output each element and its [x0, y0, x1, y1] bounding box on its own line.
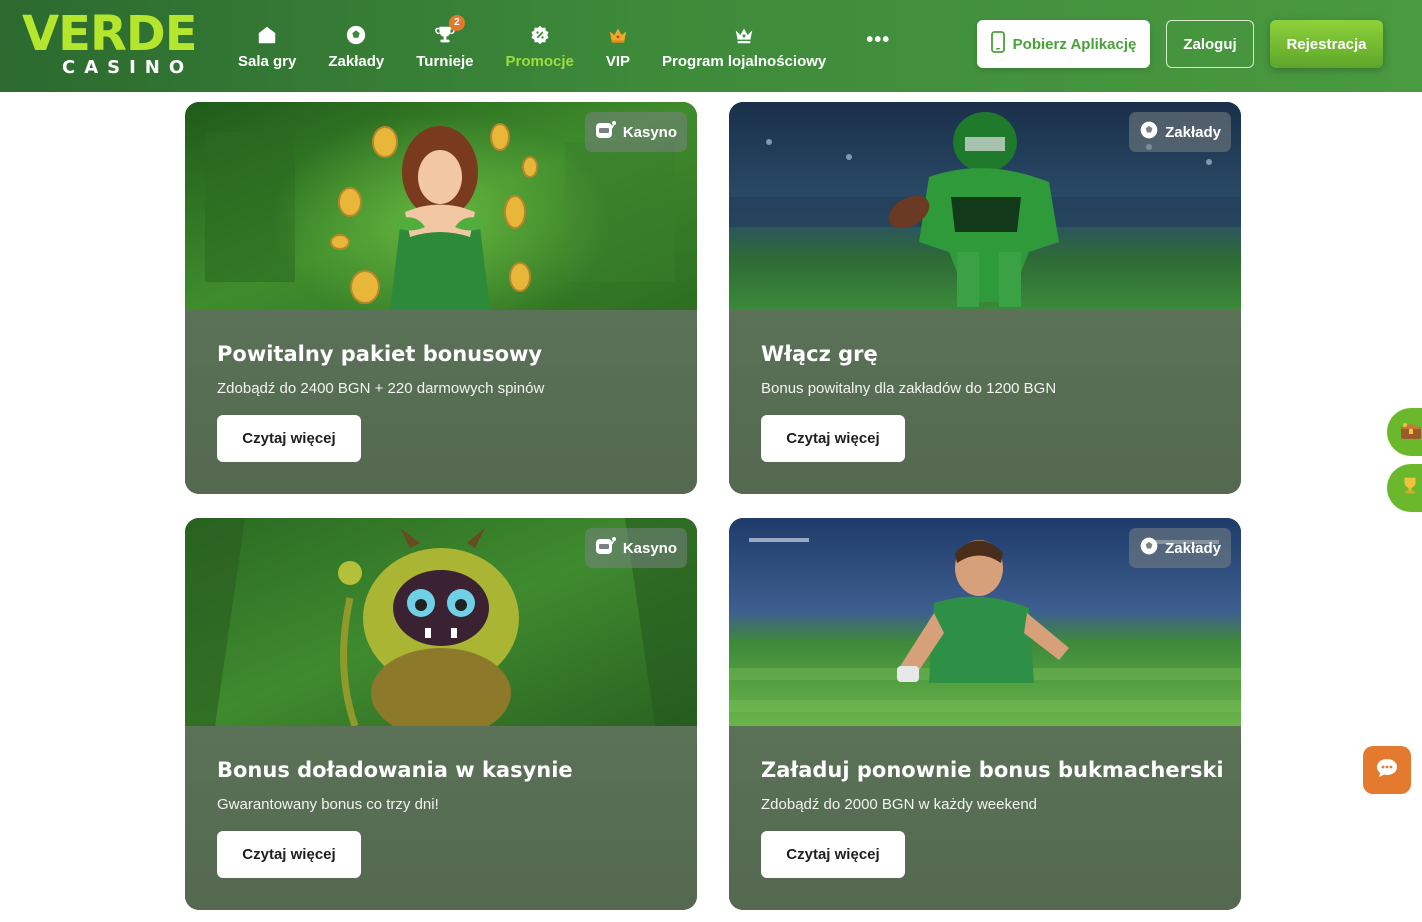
top-header: VERDE CASINO Sala gry Zakłady 2 Turnieje — [0, 0, 1422, 92]
promo-card-sportsbook-reload[interactable]: Zakłady Załaduj ponownie bonus bukmacher… — [729, 518, 1241, 910]
nav-label: Zakłady — [328, 52, 385, 70]
chat-bubble-icon — [1375, 757, 1399, 784]
promo-title: Powitalny pakiet bonusowy — [217, 342, 543, 366]
nav-item-promocje[interactable]: Promocje — [489, 0, 589, 92]
read-more-button[interactable]: Czytaj więcej — [217, 415, 361, 462]
trophy-icon — [1399, 475, 1421, 502]
promo-card-welcome-package[interactable]: Kasyno Powitalny pakiet bonusowy Zdobądź… — [185, 102, 697, 494]
verde-casino-logo[interactable]: VERDE CASINO — [22, 10, 208, 80]
promo-card-body: Bonus doładowania w kasynie Gwarantowany… — [185, 726, 697, 910]
soccer-ball-icon — [1139, 120, 1159, 144]
read-more-button[interactable]: Czytaj więcej — [217, 831, 361, 878]
tournament-count-badge: 2 — [448, 14, 465, 31]
slot-machine-icon — [595, 536, 617, 560]
treasure-chest-widget-button[interactable] — [1387, 408, 1422, 456]
promo-subtitle: Gwarantowany bonus co trzy dni! — [217, 796, 439, 813]
category-tag-casino: Kasyno — [584, 528, 687, 568]
phone-icon — [990, 31, 1005, 57]
promo-card-enable-game[interactable]: Zakłady Włącz grę Bonus powitalny dla za… — [729, 102, 1241, 494]
main-nav: Sala gry Zakłady 2 Turnieje Promocje VIP… — [222, 0, 914, 92]
trophy-icon: 2 — [433, 14, 465, 47]
promo-card-body: Włącz grę Bonus powitalny dla zakładów d… — [729, 310, 1241, 494]
nav-label: Turnieje — [416, 52, 474, 70]
category-tag-label: Zakłady — [1165, 123, 1221, 141]
promo-subtitle: Bonus powitalny dla zakładów do 1200 BGN — [761, 380, 1057, 397]
nav-label: Promocje — [505, 52, 574, 70]
more-menu-button[interactable]: ••• — [842, 29, 914, 52]
category-tag-casino: Kasyno — [584, 112, 687, 152]
nav-item-vip[interactable]: VIP — [590, 0, 646, 92]
category-tag-label: Kasyno — [622, 123, 677, 141]
promo-title: Włącz grę — [761, 342, 878, 366]
download-app-button[interactable]: Pobierz Aplikację — [977, 20, 1150, 68]
treasure-chest-icon — [1399, 419, 1422, 446]
logo-subtitle: CASINO — [62, 57, 194, 78]
crown-outline-icon — [732, 23, 756, 47]
promo-subtitle: Zdobądź do 2400 BGN + 220 darmowych spin… — [217, 380, 545, 397]
promo-subtitle: Zdobądź do 2000 BGN w każdy weekend — [761, 796, 1037, 813]
nav-item-turnieje[interactable]: 2 Turnieje — [400, 0, 489, 92]
percent-badge-icon — [528, 23, 552, 47]
login-button[interactable]: Zaloguj — [1166, 20, 1254, 68]
register-button[interactable]: Rejestracja — [1270, 20, 1383, 68]
nav-item-zaklady[interactable]: Zakłady — [312, 0, 400, 92]
read-more-button[interactable]: Czytaj więcej — [761, 831, 905, 878]
read-more-button[interactable]: Czytaj więcej — [761, 415, 905, 462]
home-icon — [255, 23, 279, 47]
category-tag-label: Zakłady — [1165, 539, 1221, 557]
nav-item-program-lojalnosciowy[interactable]: Program lojalnościowy — [646, 0, 842, 92]
category-tag-sports: Zakłady — [1129, 112, 1231, 152]
slot-machine-icon — [595, 120, 617, 144]
nav-item-sala-gry[interactable]: Sala gry — [222, 0, 312, 92]
nav-label: Program lojalnościowy — [662, 52, 827, 70]
tournament-widget-button[interactable] — [1387, 464, 1422, 512]
live-chat-button[interactable] — [1363, 746, 1411, 794]
soccer-ball-icon — [344, 23, 368, 47]
category-tag-label: Kasyno — [622, 539, 677, 557]
promo-title: Bonus doładowania w kasynie — [217, 758, 573, 782]
crown-icon — [606, 23, 630, 47]
promo-card-body: Powitalny pakiet bonusowy Zdobądź do 240… — [185, 310, 697, 494]
promo-card-casino-reload[interactable]: Kasyno Bonus doładowania w kasynie Gwara… — [185, 518, 697, 910]
logo-wordmark: VERDE — [22, 6, 198, 62]
category-tag-sports: Zakłady — [1129, 528, 1231, 568]
promo-card-body: Załaduj ponownie bonus bukmacherski Zdob… — [729, 726, 1241, 910]
nav-label: VIP — [605, 52, 631, 70]
download-app-label: Pobierz Aplikację — [1012, 35, 1137, 53]
promo-title: Załaduj ponownie bonus bukmacherski — [761, 758, 1224, 782]
soccer-ball-icon — [1139, 536, 1159, 560]
nav-label: Sala gry — [238, 52, 297, 70]
